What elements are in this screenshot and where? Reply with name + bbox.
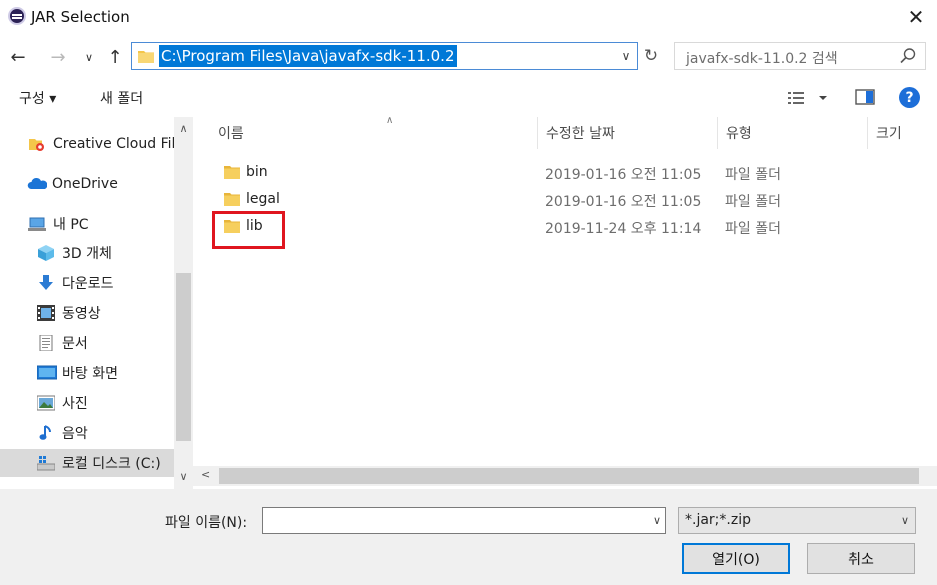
view-options-icon[interactable] (786, 89, 830, 107)
sidebar-item-pictures[interactable]: 사진 (0, 389, 174, 417)
file-type: 파일 폴더 (725, 221, 781, 237)
search-input[interactable]: javafx-sdk-11.0.2 검색 (686, 48, 838, 68)
sidebar-item-onedrive[interactable]: OneDrive (0, 170, 174, 198)
scroll-left-icon[interactable]: < (201, 468, 210, 481)
eclipse-icon (8, 7, 26, 25)
3d-objects-icon (37, 245, 55, 261)
refresh-icon[interactable]: ↻ (639, 43, 663, 69)
document-icon (37, 334, 55, 352)
sidebar-item-label: 음악 (62, 426, 88, 442)
folder-icon (224, 193, 240, 206)
sidebar-item-local-disk[interactable]: 로컬 디스크 (C:) (0, 449, 174, 477)
table-row[interactable]: lib 2019-11-24 오후 11:14 파일 폴더 (210, 214, 930, 240)
navigation-pane: Creative Cloud Fil OneDrive 내 PC 3D 개체 다… (0, 117, 193, 489)
file-list: 이름 ∧ 수정한 날짜 유형 크기 bin 2019-01-16 오전 11:0… (193, 115, 937, 489)
filename-label: 파일 이름(N): (165, 515, 248, 531)
folder-icon (224, 166, 240, 179)
highlight-annotation (212, 211, 285, 249)
sidebar-scrollbar[interactable]: ∧ ∨ (174, 117, 193, 489)
sidebar-item-documents[interactable]: 문서 (0, 329, 174, 357)
scrollbar-thumb[interactable] (176, 273, 191, 441)
desktop-icon (36, 365, 58, 381)
back-arrow-icon[interactable]: ← (6, 43, 30, 71)
address-dropdown-icon[interactable]: ∨ (617, 45, 635, 67)
sidebar-item-downloads[interactable]: 다운로드 (0, 269, 174, 297)
table-row[interactable]: legal 2019-01-16 오전 11:05 파일 폴더 (210, 187, 930, 213)
column-header-date[interactable]: 수정한 날짜 (538, 117, 718, 149)
file-date: 2019-11-24 오후 11:14 (545, 221, 702, 237)
sidebar-item-videos[interactable]: 동영상 (0, 299, 174, 327)
title-bar: JAR Selection ✕ (0, 0, 937, 34)
column-header-size[interactable]: 크기 (868, 117, 937, 149)
dialog-footer: 파일 이름(N): ∨ *.jar;*.zip ∨ 열기(O) 취소 (0, 489, 937, 585)
file-date: 2019-01-16 오전 11:05 (545, 194, 702, 210)
sidebar-item-creative-cloud[interactable]: Creative Cloud Fil (0, 130, 174, 158)
onedrive-icon (27, 176, 48, 192)
file-type: 파일 폴더 (725, 167, 781, 183)
sidebar-item-label: 문서 (62, 336, 88, 352)
file-type: 파일 폴더 (725, 194, 781, 210)
table-row[interactable]: bin 2019-01-16 오전 11:05 파일 폴더 (210, 160, 930, 186)
help-button[interactable]: ? (899, 87, 920, 108)
sort-ascending-icon: ∧ (386, 115, 394, 126)
sidebar-item-label: 로컬 디스크 (C:) (62, 456, 161, 472)
file-name: legal (246, 191, 280, 207)
column-header-type[interactable]: 유형 (718, 117, 868, 149)
sidebar-item-label: 바탕 화면 (62, 366, 118, 382)
file-name: bin (246, 164, 268, 180)
preview-pane-icon[interactable] (855, 89, 875, 105)
sidebar-item-3d-objects[interactable]: 3D 개체 (0, 239, 174, 267)
drive-icon (36, 455, 56, 471)
chevron-down-icon[interactable]: ∨ (653, 514, 661, 527)
scroll-up-icon[interactable]: ∧ (174, 119, 193, 137)
file-date: 2019-01-16 오전 11:05 (545, 167, 702, 183)
creative-cloud-icon (28, 136, 46, 152)
sidebar-item-label: Creative Cloud Fil (53, 136, 174, 152)
address-path[interactable]: C:\Program Files\Java\javafx-sdk-11.0.2 (159, 45, 457, 67)
open-button[interactable]: 열기(O) (682, 543, 790, 574)
scrollbar-thumb[interactable] (219, 468, 919, 484)
sidebar-item-label: 사진 (62, 396, 88, 412)
computer-icon (28, 216, 46, 232)
sidebar-item-label: 다운로드 (62, 276, 114, 292)
address-bar[interactable]: C:\Program Files\Java\javafx-sdk-11.0.2 … (131, 42, 638, 70)
new-folder-button[interactable]: 새 폴더 (100, 88, 143, 108)
column-header-name[interactable]: 이름 ∧ (210, 115, 538, 149)
sidebar-item-label: 3D 개체 (62, 246, 112, 262)
folder-icon (138, 51, 154, 63)
filename-input[interactable]: ∨ (262, 507, 666, 534)
command-bar: 구성 ▾ 새 폴더 ? (0, 80, 937, 116)
forward-arrow-icon[interactable]: → (46, 43, 70, 71)
file-type-value: *.jar;*.zip (685, 512, 751, 528)
cancel-button[interactable]: 취소 (807, 543, 915, 574)
horizontal-scrollbar[interactable]: < (193, 466, 937, 486)
sidebar-item-label: 동영상 (62, 306, 101, 322)
video-icon (37, 305, 55, 321)
file-type-select[interactable]: *.jar;*.zip ∨ (678, 507, 916, 534)
chevron-down-icon[interactable]: ∨ (80, 43, 98, 71)
close-button[interactable]: ✕ (895, 0, 937, 34)
search-icon[interactable] (899, 47, 917, 65)
sidebar-item-label: OneDrive (52, 176, 118, 192)
organize-button[interactable]: 구성 ▾ (19, 88, 56, 108)
music-icon (37, 425, 55, 441)
pictures-icon (36, 395, 56, 411)
window-title: JAR Selection (31, 8, 130, 26)
scroll-down-icon[interactable]: ∨ (174, 467, 193, 485)
download-icon (37, 275, 55, 291)
up-arrow-icon[interactable]: ↑ (104, 43, 126, 71)
sidebar-item-this-pc[interactable]: 내 PC (0, 210, 174, 238)
sidebar-item-music[interactable]: 음악 (0, 419, 174, 447)
sidebar-item-label: 내 PC (53, 217, 89, 233)
search-box[interactable]: javafx-sdk-11.0.2 검색 (674, 42, 926, 70)
sidebar-item-desktop[interactable]: 바탕 화면 (0, 359, 174, 387)
chevron-down-icon: ∨ (900, 514, 909, 527)
